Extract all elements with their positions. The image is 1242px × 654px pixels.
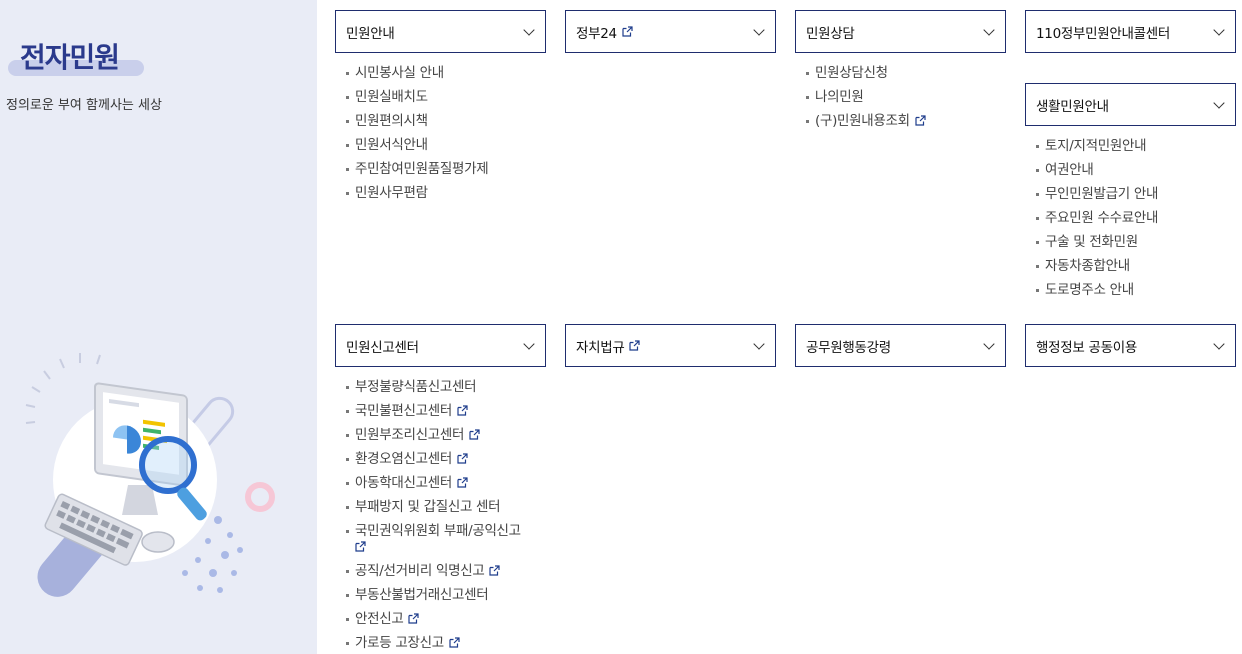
list-item[interactable]: 민원사무편람 (346, 181, 546, 205)
page-subtitle: 정의로운 부여 함께사는 세상 (6, 98, 162, 113)
dropdown-label: 정부24 (576, 25, 617, 42)
dropdown-report-center[interactable]: 민원신고센터 (335, 324, 546, 367)
list-item[interactable]: 민원실배치도 (346, 85, 546, 109)
list-item[interactable]: 도로명주소 안내 (1036, 278, 1236, 302)
chevron-down-icon (983, 337, 995, 350)
external-link-icon (355, 541, 366, 552)
list-item[interactable]: 가로등 고장신고 (346, 631, 546, 654)
list-item[interactable]: 구술 및 전화민원 (1036, 230, 1236, 254)
menu-group-110-call: 110정부민원안내콜센터 (1025, 10, 1236, 53)
dropdown-gov24[interactable]: 정부24 (565, 10, 776, 53)
chevron-down-icon (523, 337, 535, 350)
list-item[interactable]: 안전신고 (346, 607, 546, 631)
list-item[interactable]: 민원부조리신고센터 (346, 423, 546, 447)
menu-group-report-center: 민원신고센터 부정불량식품신고센터 국민불편신고센터 민원부조리신고센터 환경오… (335, 324, 546, 654)
list-item[interactable]: 국민권익위원회 부패/공익신고 (346, 519, 546, 555)
dropdown-admin-info-sharing[interactable]: 행정정보 공동이용 (1025, 324, 1236, 367)
list-item[interactable]: 민원편의시책 (346, 109, 546, 133)
chevron-down-icon (753, 337, 765, 350)
menu-group-civil-guide: 민원안내 시민봉사실 안내 민원실배치도 민원편의시책 민원서식안내 주민참여민… (335, 10, 546, 205)
chevron-down-icon (1213, 96, 1225, 109)
chevron-down-icon (523, 23, 535, 36)
submenu-list: 부정불량식품신고센터 국민불편신고센터 민원부조리신고센터 환경오염신고센터 아… (335, 375, 546, 654)
dropdown-110-call[interactable]: 110정부민원안내콜센터 (1025, 10, 1236, 53)
submenu-list: 민원상담신청 나의민원 (구)민원내용조회 (795, 61, 1006, 133)
dropdown-label: 생활민원안내 (1036, 98, 1109, 115)
submenu-list: 시민봉사실 안내 민원실배치도 민원편의시책 민원서식안내 주민참여민원품질평가… (335, 61, 546, 205)
dropdown-local-laws[interactable]: 자치법규 (565, 324, 776, 367)
external-link-icon (622, 26, 633, 37)
external-link-icon (449, 637, 460, 648)
dropdown-label: 민원신고센터 (346, 339, 419, 356)
dropdown-code-of-conduct[interactable]: 공무원행동강령 (795, 324, 1006, 367)
list-item[interactable]: 토지/지적민원안내 (1036, 134, 1236, 158)
list-item[interactable]: 민원상담신청 (806, 61, 1006, 85)
menu-group-local-laws: 자치법규 (565, 324, 776, 367)
external-link-icon (489, 565, 501, 576)
dropdown-consult[interactable]: 민원상담 (795, 10, 1006, 53)
chevron-down-icon (1213, 337, 1225, 350)
list-item[interactable]: 시민봉사실 안내 (346, 61, 546, 85)
dropdown-label: 자치법규 (576, 339, 625, 356)
list-item[interactable]: 국민불편신고센터 (346, 399, 546, 423)
list-item[interactable]: 공직/선거비리 익명신고 (346, 559, 546, 583)
external-link-icon (408, 613, 420, 624)
menu-group-code-of-conduct: 공무원행동강령 (795, 324, 1006, 367)
menu-group-admin-info-sharing: 행정정보 공동이용 (1025, 324, 1236, 367)
external-link-icon (457, 405, 468, 416)
dropdown-label: 민원안내 (346, 25, 395, 42)
external-link-icon (457, 477, 468, 488)
title-block: 전자민원 (8, 34, 148, 80)
dropdown-label: 행정정보 공동이용 (1036, 339, 1137, 356)
list-item[interactable]: 아동학대신고센터 (346, 471, 546, 495)
list-item[interactable]: 주요민원 수수료안내 (1036, 206, 1236, 230)
menu-group-gov24: 정부24 (565, 10, 776, 53)
page: 전자민원 정의로운 부여 함께사는 세상 민원안내 시민봉사실 안내 민원실배치… (0, 0, 1242, 654)
submenu-list: 토지/지적민원안내 여권안내 무인민원발급기 안내 주요민원 수수료안내 구술 … (1025, 134, 1236, 302)
external-link-icon (629, 340, 641, 351)
list-item[interactable]: 민원서식안내 (346, 133, 546, 157)
menu-group-consult: 민원상담 민원상담신청 나의민원 (구)민원내용조회 (795, 10, 1006, 133)
chevron-down-icon (1213, 23, 1225, 36)
list-item[interactable]: 부동산불법거래신고센터 (346, 583, 546, 607)
sidebar: 전자민원 정의로운 부여 함께사는 세상 (0, 0, 317, 654)
page-title: 전자민원 (20, 41, 120, 74)
list-item[interactable]: 환경오염신고센터 (346, 447, 546, 471)
dropdown-civil-guide[interactable]: 민원안내 (335, 10, 546, 53)
external-link-icon (915, 115, 926, 126)
list-item[interactable]: 여권안내 (1036, 158, 1236, 182)
menu-group-life-civil: 생활민원안내 토지/지적민원안내 여권안내 무인민원발급기 안내 주요민원 수수… (1025, 83, 1236, 302)
list-item[interactable]: (구)민원내용조회 (806, 109, 1006, 133)
external-link-icon (469, 429, 480, 440)
list-item[interactable]: 자동차종합안내 (1036, 254, 1236, 278)
chevron-down-icon (753, 23, 765, 36)
list-item[interactable]: 나의민원 (806, 85, 1006, 109)
dropdown-life-civil[interactable]: 생활민원안내 (1025, 83, 1236, 126)
list-item[interactable]: 주민참여민원품질평가제 (346, 157, 546, 181)
dropdown-label: 민원상담 (806, 25, 855, 42)
dropdown-label: 공무원행동강령 (806, 339, 891, 356)
list-item[interactable]: 부패방지 및 갑질신고 센터 (346, 495, 546, 519)
list-item[interactable]: 무인민원발급기 안내 (1036, 182, 1236, 206)
external-link-icon (457, 453, 468, 464)
list-item[interactable]: 부정불량식품신고센터 (346, 375, 546, 399)
chevron-down-icon (983, 23, 995, 36)
computer-magnifier-illustration (25, 353, 275, 597)
dropdown-label: 110정부민원안내콜센터 (1036, 25, 1170, 42)
